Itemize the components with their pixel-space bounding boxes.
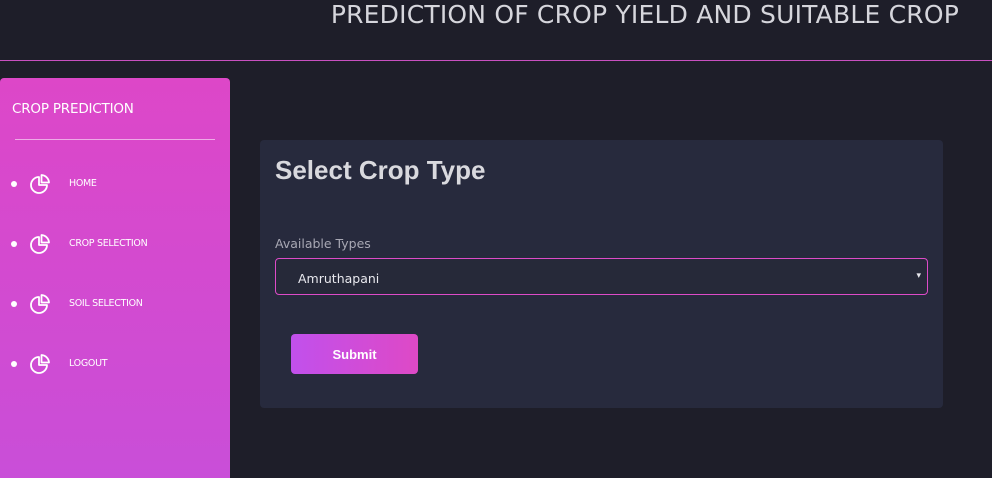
sidebar-brand[interactable]: CROP PREDICTION	[12, 101, 134, 117]
sidebar-divider	[15, 139, 215, 140]
sidebar-item-crop-selection[interactable]: CROP SELECTION	[0, 230, 230, 258]
sidebar-item-home[interactable]: HOME	[0, 170, 230, 198]
sidebar-item-label: SOIL SELECTION	[69, 298, 143, 309]
sidebar-item-label: HOME	[69, 178, 97, 189]
submit-button[interactable]: Submit	[291, 334, 418, 374]
sidebar-item-soil-selection[interactable]: SOIL SELECTION	[0, 290, 230, 318]
bullet-icon	[11, 241, 17, 247]
pie-chart-icon	[30, 174, 50, 194]
top-header: PREDICTION OF CROP YIELD AND SUITABLE CR…	[0, 0, 992, 61]
sidebar-item-logout[interactable]: LOGOUT	[0, 350, 230, 378]
page-title: PREDICTION OF CROP YIELD AND SUITABLE CR…	[330, 0, 959, 29]
sidebar: CROP PREDICTION HOME CROP SELECTION SOIL…	[0, 78, 230, 478]
sidebar-item-label: LOGOUT	[69, 358, 108, 369]
card-title: Select Crop Type	[275, 155, 486, 185]
available-types-label: Available Types	[275, 236, 371, 251]
bullet-icon	[11, 181, 17, 187]
selected-crop-type: Amruthapani	[298, 271, 380, 286]
pie-chart-icon	[30, 354, 50, 374]
crop-type-card: Select Crop Type Available Types Amrutha…	[260, 140, 943, 408]
crop-type-select[interactable]: Amruthapani ▾	[275, 258, 928, 295]
sidebar-item-label: CROP SELECTION	[69, 238, 148, 249]
bullet-icon	[11, 361, 17, 367]
pie-chart-icon	[30, 234, 50, 254]
bullet-icon	[11, 301, 17, 307]
pie-chart-icon	[30, 294, 50, 314]
chevron-down-icon: ▾	[916, 270, 921, 280]
